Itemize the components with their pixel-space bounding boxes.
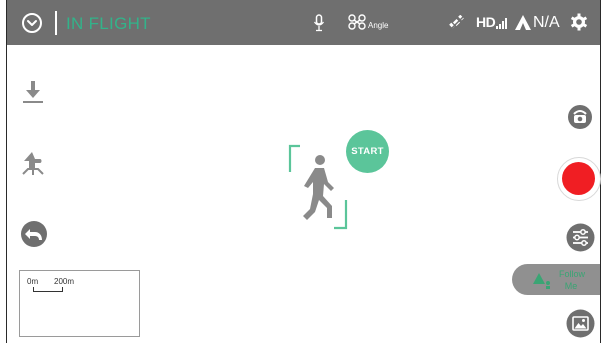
title-divider [55, 11, 57, 35]
chevron-down-circle-icon[interactable] [21, 12, 43, 34]
mini-map[interactable]: 0m 200m [19, 270, 140, 337]
return-home-icon[interactable] [21, 150, 45, 176]
subject-tracking-frame[interactable] [288, 144, 348, 230]
flight-status: IN FLIGHT [66, 14, 151, 33]
follow-me-icon [533, 273, 550, 289]
satellite-icon [449, 15, 465, 31]
gear-icon[interactable] [570, 13, 588, 31]
gallery-icon[interactable] [566, 309, 595, 338]
drone-icon[interactable] [348, 14, 366, 30]
remote-controller-icon [515, 15, 531, 30]
top-status-bar: IN FLIGHT Angle HD N/A [7, 0, 600, 45]
hd-signal-label: HD [476, 14, 496, 30]
frame-left-border [6, 0, 7, 343]
map-scale-bar [33, 287, 63, 292]
map-scale-end: 200m [54, 277, 75, 286]
microphone-icon[interactable] [313, 14, 325, 32]
gps-value: N/A [533, 14, 560, 31]
flight-mode-label: Angle [368, 21, 389, 30]
settings-sliders-icon[interactable] [566, 223, 595, 252]
gimbal-camera-icon[interactable] [567, 104, 593, 130]
land-icon[interactable] [22, 80, 44, 104]
follow-me-mode-toggle[interactable]: Follow Me [512, 264, 600, 295]
map-scale-start: 0m [27, 277, 39, 286]
record-button[interactable] [557, 157, 601, 201]
record-dot [562, 162, 595, 195]
start-tracking-button[interactable]: START [346, 130, 389, 173]
signal-bars-icon [496, 18, 507, 29]
follow-me-label: Follow Me [559, 269, 586, 291]
undo-icon[interactable] [20, 220, 48, 248]
